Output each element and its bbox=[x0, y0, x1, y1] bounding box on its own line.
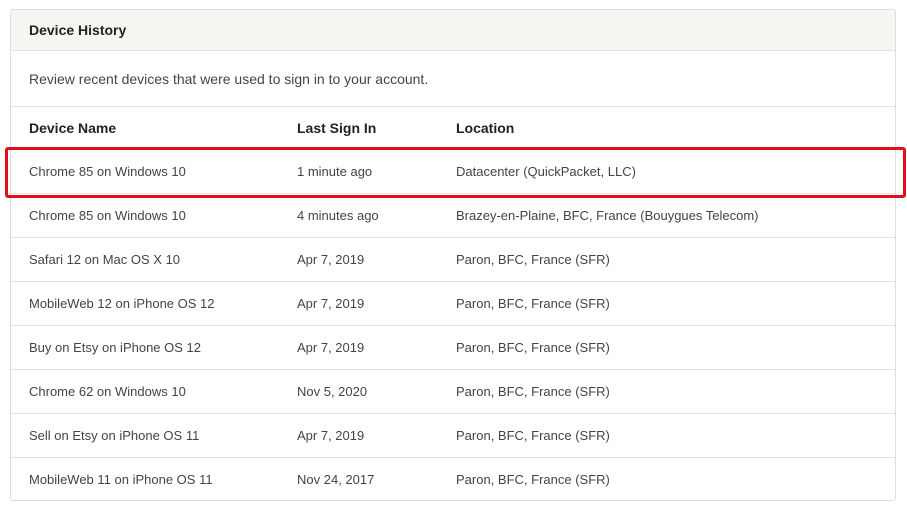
table-row: Safari 12 on Mac OS X 10 Apr 7, 2019 Par… bbox=[11, 237, 895, 281]
table-row: Sell on Etsy on iPhone OS 11 Apr 7, 2019… bbox=[11, 413, 895, 457]
location-cell: Paron, BFC, France (SFR) bbox=[456, 472, 610, 487]
last-sign-in-cell: Apr 7, 2019 bbox=[297, 428, 365, 443]
table-row: MobileWeb 12 on iPhone OS 12 Apr 7, 2019… bbox=[11, 281, 895, 325]
last-sign-in-cell: Apr 7, 2019 bbox=[297, 340, 365, 355]
table-row: Buy on Etsy on iPhone OS 12 Apr 7, 2019 … bbox=[11, 325, 895, 369]
device-name-cell: Sell on Etsy on iPhone OS 11 bbox=[29, 428, 200, 443]
last-sign-in-cell: Apr 7, 2019 bbox=[297, 252, 365, 267]
location-cell: Paron, BFC, France (SFR) bbox=[456, 384, 610, 399]
device-name-cell: Buy on Etsy on iPhone OS 12 bbox=[29, 340, 201, 355]
table-header: Device Name Last Sign In Location bbox=[11, 107, 895, 149]
table-row: MobileWeb 11 on iPhone OS 11 Nov 24, 201… bbox=[11, 457, 895, 500]
table-row: Chrome 62 on Windows 10 Nov 5, 2020 Paro… bbox=[11, 369, 895, 413]
device-name-cell: Chrome 85 on Windows 10 bbox=[29, 208, 186, 223]
last-sign-in-cell: 4 minutes ago bbox=[297, 208, 379, 223]
device-name-cell: MobileWeb 11 on iPhone OS 11 bbox=[29, 472, 213, 487]
column-header-device-name: Device Name bbox=[29, 120, 117, 136]
column-header-last-sign-in: Last Sign In bbox=[297, 120, 377, 136]
location-cell: Brazey-en-Plaine, BFC, France (Bouygues … bbox=[456, 208, 759, 223]
panel-title: Device History bbox=[11, 10, 895, 51]
last-sign-in-cell: 1 minute ago bbox=[297, 164, 373, 179]
device-name-cell: MobileWeb 12 on iPhone OS 12 bbox=[29, 296, 215, 311]
location-cell: Paron, BFC, France (SFR) bbox=[456, 428, 610, 443]
last-sign-in-cell: Nov 5, 2020 bbox=[297, 384, 368, 399]
location-cell: Paron, BFC, France (SFR) bbox=[456, 252, 610, 267]
table-row: Chrome 85 on Windows 10 1 minute ago Dat… bbox=[11, 149, 895, 193]
device-history-panel: Device History Review recent devices tha… bbox=[10, 9, 896, 501]
location-cell: Datacenter (QuickPacket, LLC) bbox=[456, 164, 636, 179]
location-cell: Paron, BFC, France (SFR) bbox=[456, 340, 610, 355]
device-name-cell: Safari 12 on Mac OS X 10 bbox=[29, 252, 181, 267]
last-sign-in-cell: Apr 7, 2019 bbox=[297, 296, 365, 311]
last-sign-in-cell: Nov 24, 2017 bbox=[297, 472, 375, 487]
column-header-location: Location bbox=[456, 120, 515, 136]
panel-description: Review recent devices that were used to … bbox=[11, 51, 895, 107]
device-name-cell: Chrome 62 on Windows 10 bbox=[29, 384, 186, 399]
table-row: Chrome 85 on Windows 10 4 minutes ago Br… bbox=[11, 193, 895, 237]
location-cell: Paron, BFC, France (SFR) bbox=[456, 296, 610, 311]
device-name-cell: Chrome 85 on Windows 10 bbox=[29, 164, 186, 179]
